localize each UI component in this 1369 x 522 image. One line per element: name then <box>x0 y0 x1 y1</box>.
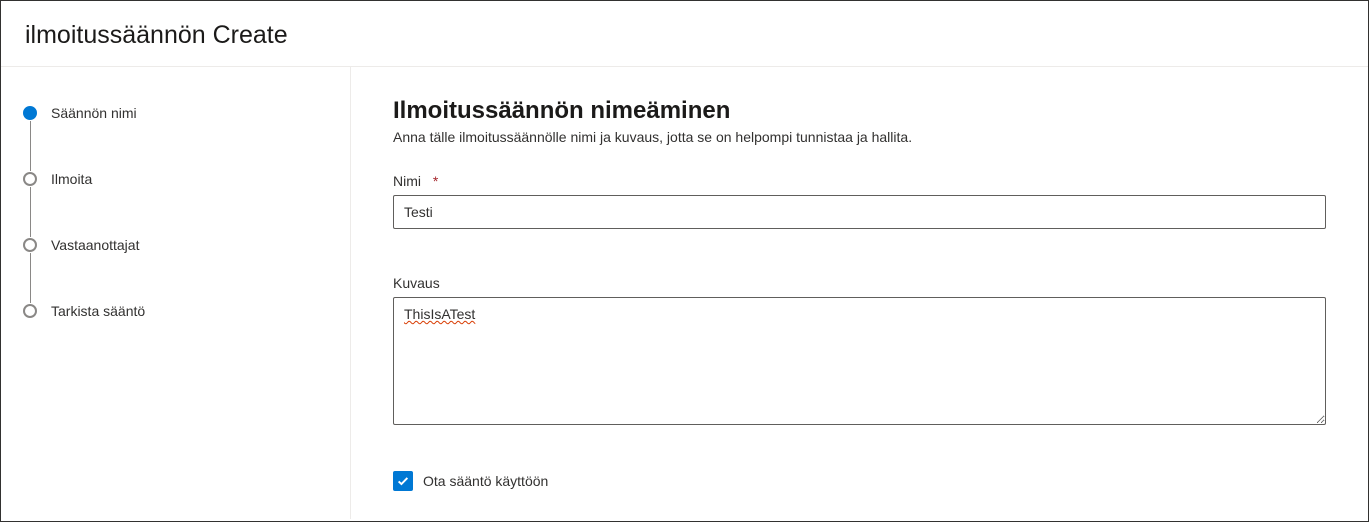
description-label: Kuvaus <box>393 275 1326 291</box>
step-recipients[interactable]: Vastaanottajat <box>23 237 330 253</box>
description-field-group: Kuvaus ThisIsATest <box>393 275 1326 425</box>
step-label: Säännön nimi <box>51 105 137 121</box>
step-connector <box>30 121 31 171</box>
step-bullet-icon <box>23 172 37 186</box>
step-list: Säännön nimi Ilmoita Vastaanottajat Tark… <box>23 105 330 319</box>
name-label: Nimi * <box>393 173 1326 189</box>
step-connector <box>30 187 31 237</box>
step-rule-name[interactable]: Säännön nimi <box>23 105 330 121</box>
step-bullet-icon <box>23 238 37 252</box>
name-field-group: Nimi * <box>393 173 1326 229</box>
enable-rule-row: Ota sääntö käyttöön <box>393 471 1326 491</box>
section-subtitle: Anna tälle ilmoitussäännölle nimi ja kuv… <box>393 129 1326 145</box>
name-input[interactable] <box>393 195 1326 229</box>
step-label: Vastaanottajat <box>51 237 139 253</box>
step-review[interactable]: Tarkista sääntö <box>23 303 330 319</box>
step-label: Ilmoita <box>51 171 92 187</box>
step-label: Tarkista sääntö <box>51 303 145 319</box>
required-indicator: * <box>433 173 438 189</box>
name-label-text: Nimi <box>393 173 421 189</box>
step-connector <box>30 253 31 303</box>
page-title: ilmoitussäännön Create <box>25 21 1344 50</box>
step-bullet-icon <box>23 106 37 120</box>
section-title: Ilmoitussäännön nimeäminen <box>393 97 1326 125</box>
enable-rule-checkbox[interactable] <box>393 471 413 491</box>
enable-rule-label[interactable]: Ota sääntö käyttöön <box>423 473 548 489</box>
checkmark-icon <box>396 474 410 488</box>
main-content: Ilmoitussäännön nimeäminen Anna tälle il… <box>351 67 1368 519</box>
wizard-sidebar: Säännön nimi Ilmoita Vastaanottajat Tark… <box>1 67 351 519</box>
step-bullet-icon <box>23 304 37 318</box>
page-header: ilmoitussäännön Create <box>1 1 1368 67</box>
step-notify[interactable]: Ilmoita <box>23 171 330 187</box>
description-textarea[interactable]: ThisIsATest <box>393 297 1326 425</box>
